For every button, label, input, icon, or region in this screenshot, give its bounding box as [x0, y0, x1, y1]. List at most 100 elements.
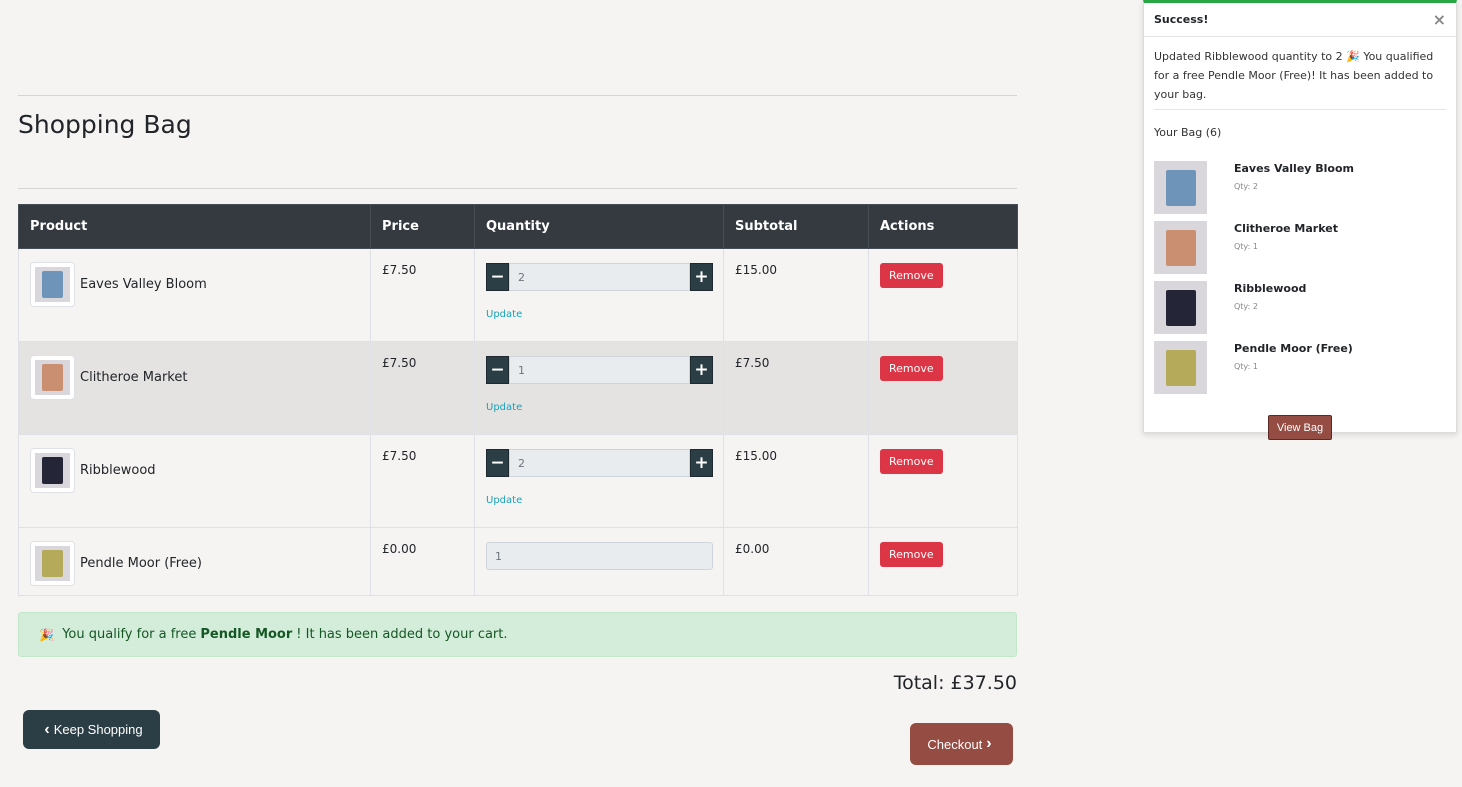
minus-icon: −: [490, 359, 505, 380]
bag-item[interactable]: Clitheroe Market Qty: 1: [1154, 221, 1446, 281]
increase-quantity-button[interactable]: +: [690, 356, 713, 384]
quantity-cell: − + Update: [474, 434, 724, 528]
toast-header: Success! ×: [1144, 3, 1456, 37]
product-swatch: [42, 457, 63, 484]
decrease-quantity-button[interactable]: −: [486, 356, 509, 384]
subtotal-cell: £7.50: [723, 341, 869, 435]
remove-button[interactable]: Remove: [880, 449, 943, 474]
header-subtotal: Subtotal: [723, 204, 869, 249]
product-thumbnail[interactable]: [30, 262, 75, 307]
chevron-left-icon: ‹: [44, 720, 50, 738]
header-quantity: Quantity: [474, 204, 724, 249]
toast-title: Success!: [1154, 13, 1209, 26]
header-actions: Actions: [868, 204, 1018, 249]
table-row: Clitheroe Market £7.50 − + Update £7.50 …: [18, 341, 1018, 435]
product-thumbnail[interactable]: [30, 448, 75, 493]
quantity-cell: − + Update: [474, 341, 724, 435]
bag-item-name: Ribblewood: [1234, 282, 1307, 295]
subtotal-cell: £15.00: [723, 434, 869, 528]
product-thumbnail[interactable]: [30, 355, 75, 400]
quantity-stepper: − +: [486, 263, 713, 291]
bag-item-qty: Qty: 2: [1234, 302, 1258, 311]
header-product: Product: [18, 204, 371, 249]
product-swatch: [42, 364, 63, 391]
bag-item-thumbnail: [1154, 161, 1207, 214]
subtotal-cell: £0.00: [723, 527, 869, 596]
actions-cell: Remove: [868, 248, 1018, 342]
bag-item[interactable]: Ribblewood Qty: 2: [1154, 281, 1446, 341]
bag-item-qty: Qty: 2: [1234, 182, 1258, 191]
product-name[interactable]: Ribblewood: [80, 463, 156, 478]
quantity-input-readonly: [486, 542, 713, 570]
product-swatch: [42, 550, 63, 577]
plus-icon: +: [694, 359, 709, 380]
party-popper-icon: 🎉: [39, 627, 54, 642]
keep-shopping-label: Keep Shopping: [53, 722, 143, 737]
quantity-input[interactable]: [509, 263, 690, 291]
alert-prefix: You qualify for a free: [62, 627, 197, 642]
view-bag-button[interactable]: View Bag: [1268, 415, 1332, 440]
remove-button[interactable]: Remove: [880, 542, 943, 567]
product-name[interactable]: Eaves Valley Bloom: [80, 277, 207, 292]
actions-cell: Remove: [868, 527, 1018, 596]
actions-cell: Remove: [868, 434, 1018, 528]
update-link[interactable]: Update: [486, 402, 522, 413]
increase-quantity-button[interactable]: +: [690, 263, 713, 291]
bag-item-qty: Qty: 1: [1234, 242, 1258, 251]
free-gift-alert: 🎉 You qualify for a free Pendle Moor! It…: [18, 612, 1017, 657]
bag-item-name: Clitheroe Market: [1234, 222, 1338, 235]
bag-count: Your Bag (6): [1154, 126, 1222, 139]
product-name[interactable]: Pendle Moor (Free): [80, 556, 202, 571]
header-price: Price: [370, 204, 475, 249]
price-cell: £7.50: [370, 341, 475, 435]
subtotal-cell: £15.00: [723, 248, 869, 342]
plus-icon: +: [694, 452, 709, 473]
price-cell: £7.50: [370, 248, 475, 342]
checkout-label: Checkout: [927, 736, 983, 752]
toast-body: Updated Ribblewood quantity to 2 🎉 You q…: [1144, 37, 1456, 440]
alert-product: Pendle Moor: [200, 627, 293, 642]
update-link[interactable]: Update: [486, 495, 522, 506]
top-divider: [18, 95, 1017, 96]
quantity-input[interactable]: [509, 356, 690, 384]
product-cell: Pendle Moor (Free): [18, 527, 371, 596]
checkout-button[interactable]: Checkout ›: [910, 723, 1013, 765]
alert-suffix: ! It has been added to your cart.: [296, 627, 508, 642]
quantity-input[interactable]: [509, 449, 690, 477]
remove-button[interactable]: Remove: [880, 356, 943, 381]
bag-item-thumbnail: [1154, 221, 1207, 274]
bag-item-thumbnail: [1154, 281, 1207, 334]
bag-item-thumbnail: [1154, 341, 1207, 394]
quantity-stepper: − +: [486, 449, 713, 477]
quantity-cell: [474, 527, 724, 596]
decrease-quantity-button[interactable]: −: [486, 263, 509, 291]
bag-item-name: Eaves Valley Bloom: [1234, 162, 1355, 175]
plus-icon: +: [694, 266, 709, 287]
bag-item[interactable]: Pendle Moor (Free) Qty: 1: [1154, 341, 1446, 401]
quantity-stepper: − +: [486, 356, 713, 384]
product-swatch: [42, 271, 63, 298]
bag-item[interactable]: Eaves Valley Bloom Qty: 2: [1154, 161, 1446, 221]
cart-total: Total: £37.50: [893, 672, 1017, 694]
quantity-cell: − + Update: [474, 248, 724, 342]
update-link[interactable]: Update: [486, 309, 522, 320]
keep-shopping-button[interactable]: ‹ Keep Shopping: [23, 710, 160, 749]
product-cell: Eaves Valley Bloom: [18, 248, 371, 342]
title-divider: [18, 188, 1017, 189]
product-thumbnail[interactable]: [30, 541, 75, 586]
close-icon[interactable]: ×: [1433, 10, 1446, 29]
page-title: Shopping Bag: [18, 110, 192, 139]
chevron-right-icon: ›: [986, 735, 992, 752]
remove-button[interactable]: Remove: [880, 263, 943, 288]
decrease-quantity-button[interactable]: −: [486, 449, 509, 477]
success-toast: Success! × Updated Ribblewood quantity t…: [1143, 0, 1457, 440]
bag-item-qty: Qty: 1: [1234, 362, 1258, 371]
table-row: Pendle Moor (Free) £0.00 £0.00 Remove: [18, 527, 1018, 596]
product-cell: Ribblewood: [18, 434, 371, 528]
increase-quantity-button[interactable]: +: [690, 449, 713, 477]
cart-table: Product Price Quantity Subtotal Actions …: [18, 204, 1018, 596]
minus-icon: −: [490, 266, 505, 287]
product-cell: Clitheroe Market: [18, 341, 371, 435]
table-row: Eaves Valley Bloom £7.50 − + Update £15.…: [18, 248, 1018, 342]
product-name[interactable]: Clitheroe Market: [80, 370, 187, 385]
